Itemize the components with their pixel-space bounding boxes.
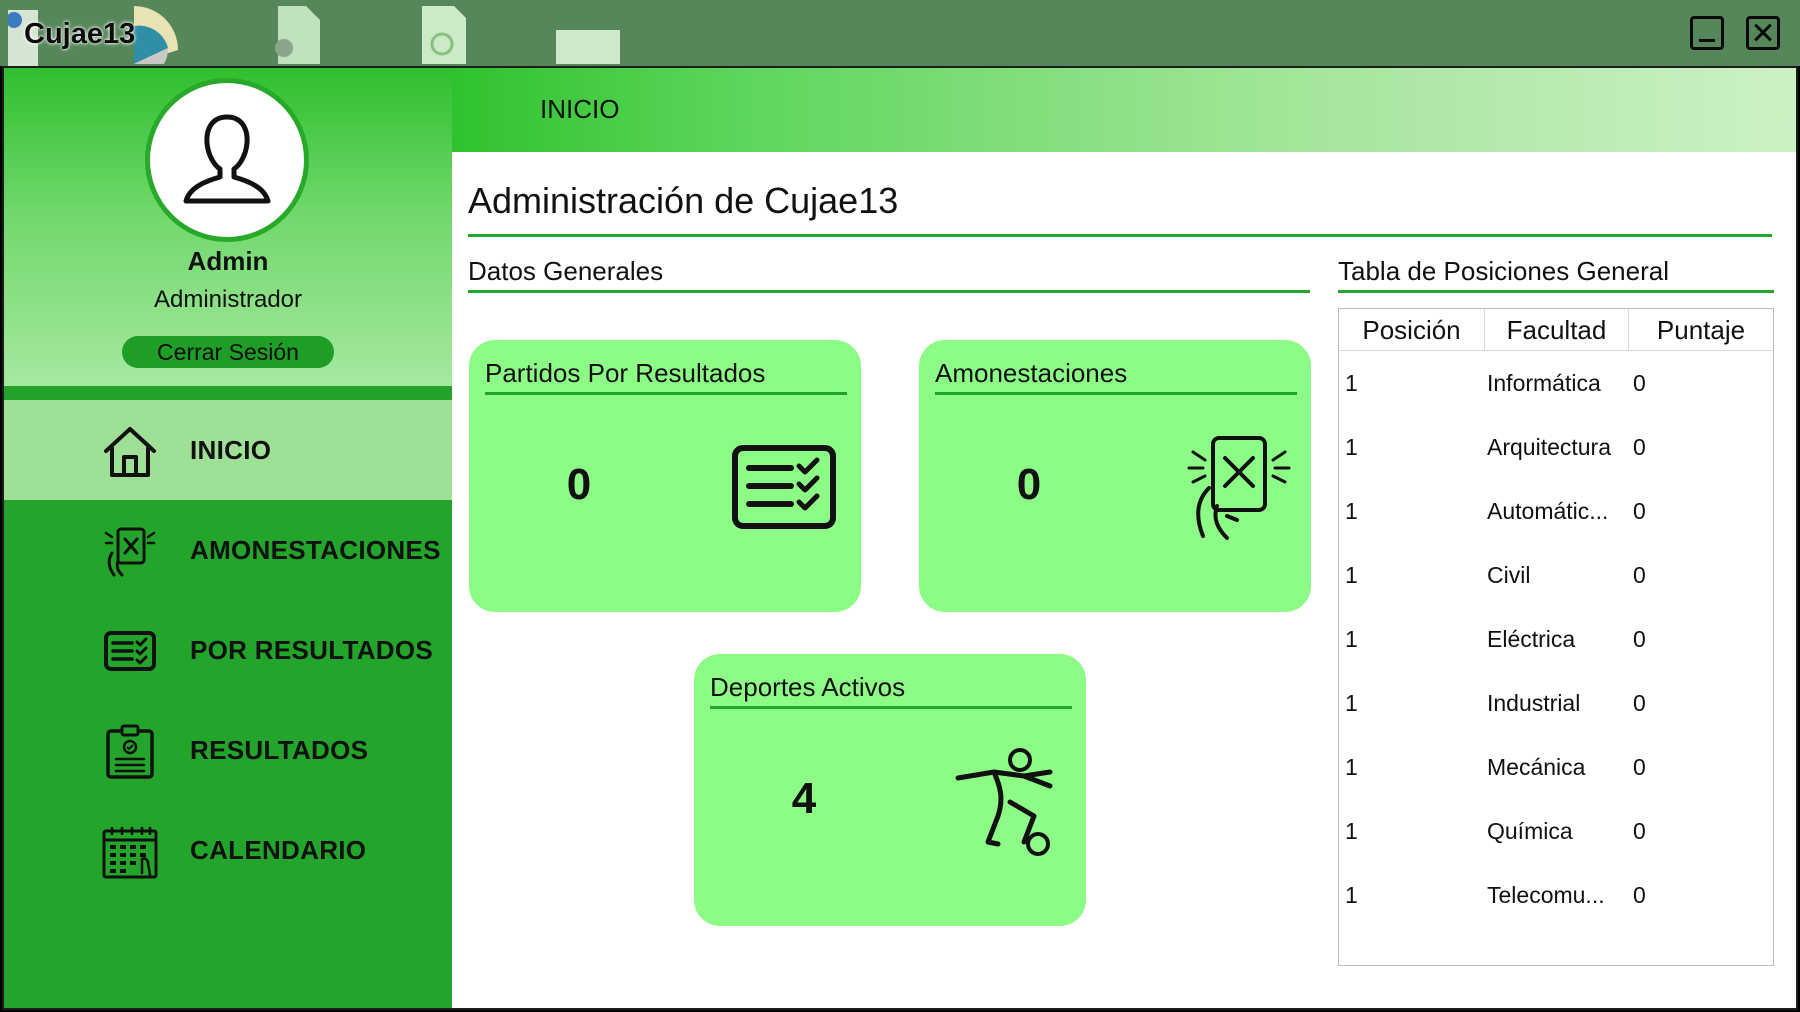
stat-card-deportes: Deportes Activos 4: [694, 654, 1086, 926]
position-cell: 1: [1345, 370, 1358, 396]
score-cell: 0: [1633, 754, 1646, 780]
card-value: 0: [1016, 460, 1042, 509]
score-cell: 0: [1633, 562, 1646, 588]
card-title: Partidos Por Resultados: [485, 358, 766, 388]
faculty-cell: Química: [1487, 818, 1573, 844]
faculty-cell: Civil: [1487, 562, 1531, 588]
sidebar-divider: [4, 386, 452, 400]
score-cell: 0: [1633, 690, 1646, 716]
score-cell: 0: [1633, 434, 1646, 460]
header-title: INICIO: [540, 94, 620, 124]
table-row[interactable]: 1 Industrial 0: [1339, 671, 1773, 735]
checklist-icon: [732, 445, 836, 529]
desktop-settings-file-icon: [275, 6, 320, 64]
card-title: Deportes Activos: [710, 672, 906, 702]
position-cell: 1: [1345, 754, 1358, 780]
sidebar-item-label: CALENDARIO: [190, 835, 367, 865]
minimize-button[interactable]: [1690, 16, 1724, 50]
card-title: Amonestaciones: [935, 358, 1128, 388]
score-cell: 0: [1633, 882, 1646, 908]
table-row[interactable]: 1 Arquitectura 0: [1339, 415, 1773, 479]
sidebar-item-label: AMONESTACIONES: [190, 535, 441, 565]
clipboard-icon: [106, 724, 154, 779]
checklist-icon: [104, 631, 156, 671]
desktop-app-file-icon: [422, 6, 466, 64]
position-cell: 1: [1345, 498, 1358, 524]
score-cell: 0: [1633, 626, 1646, 652]
sidebar-item-amonestaciones[interactable]: AMONESTACIONES: [4, 500, 452, 600]
user-icon: [183, 114, 271, 204]
table-row[interactable]: 1 Civil 0: [1339, 543, 1773, 607]
logout-button[interactable]: Cerrar Sesión: [122, 336, 334, 368]
page-title: Administración de Cujae13: [468, 180, 899, 221]
position-cell: 1: [1345, 626, 1358, 652]
profile-role: Administrador: [153, 286, 303, 313]
faculty-cell: Telecomu...: [1487, 882, 1605, 908]
warning-card-icon: [1187, 436, 1291, 540]
card-value: 4: [791, 774, 817, 823]
general-section-title: Datos Generales: [468, 256, 664, 286]
score-cell: 0: [1633, 370, 1646, 396]
position-cell: 1: [1345, 882, 1358, 908]
soccer-player-icon: [955, 748, 1053, 856]
standings-section-rule: [1338, 290, 1774, 293]
avatar: [145, 78, 309, 242]
sidebar-item-calendario[interactable]: CALENDARIO: [4, 800, 452, 900]
app-window: Admin Administrador Cerrar Sesión INICIO…: [2, 66, 1798, 1010]
table-row[interactable]: 1 Mecánica 0: [1339, 735, 1773, 799]
page-header: INICIO: [452, 68, 1796, 152]
main-content: INICIO Administración de Cujae13 Datos G…: [452, 68, 1796, 1008]
faculty-cell: Arquitectura: [1487, 434, 1612, 460]
sidebar-item-resultados[interactable]: RESULTADOS: [4, 700, 452, 800]
faculty-cell: Industrial: [1487, 690, 1581, 716]
window-title: Cujae13: [24, 18, 136, 50]
faculty-cell: Eléctrica: [1487, 626, 1576, 652]
score-cell: 0: [1633, 498, 1646, 524]
sidebar-item-label: POR RESULTADOS: [190, 635, 434, 665]
column-header-facultad[interactable]: Facultad: [1485, 309, 1629, 351]
warning-card-icon: [104, 527, 156, 577]
home-icon: [104, 427, 156, 477]
page-title-rule: [468, 234, 1772, 237]
stat-card-partidos: Partidos Por Resultados 0: [469, 340, 861, 612]
calendar-icon: [102, 827, 158, 879]
column-header-posicion[interactable]: Posición: [1339, 309, 1485, 351]
position-cell: 1: [1345, 690, 1358, 716]
faculty-cell: Informática: [1487, 370, 1601, 396]
position-cell: 1: [1345, 434, 1358, 460]
card-rule: [485, 392, 847, 395]
profile-name: Admin: [187, 246, 269, 276]
profile-panel: Admin Administrador Cerrar Sesión: [4, 68, 452, 386]
table-row[interactable]: 1 Química 0: [1339, 799, 1773, 863]
table-row[interactable]: 1 Telecomu... 0: [1339, 863, 1773, 927]
card-rule: [710, 706, 1072, 709]
faculty-cell: Mecánica: [1487, 754, 1586, 780]
table-row[interactable]: 1 Informática 0: [1339, 351, 1773, 415]
sidebar-item-por-resultados[interactable]: POR RESULTADOS: [4, 600, 452, 700]
sidebar-item-label: RESULTADOS: [190, 735, 369, 765]
table-header: Posición Facultad Puntaje: [1339, 309, 1773, 351]
score-cell: 0: [1633, 818, 1646, 844]
title-bar: Cujae13: [0, 0, 1800, 66]
card-value: 0: [566, 460, 592, 509]
card-rule: [935, 392, 1297, 395]
stat-card-amonestaciones: Amonestaciones 0: [919, 340, 1311, 612]
close-button[interactable]: [1746, 16, 1780, 50]
table-row[interactable]: 1 Eléctrica 0: [1339, 607, 1773, 671]
standings-section-title: Tabla de Posiciones General: [1338, 256, 1669, 286]
position-cell: 1: [1345, 562, 1358, 588]
general-section-rule: [468, 290, 1310, 293]
faculty-cell: Automátic...: [1487, 498, 1609, 524]
sidebar: Admin Administrador Cerrar Sesión INICIO…: [4, 68, 452, 1008]
table-row[interactable]: 1 Automátic... 0: [1339, 479, 1773, 543]
standings-table[interactable]: Posición Facultad Puntaje 1 Informática 0 1…: [1338, 308, 1774, 966]
sidebar-item-inicio[interactable]: INICIO: [4, 400, 452, 500]
column-header-puntaje[interactable]: Puntaje: [1629, 309, 1773, 351]
sidebar-item-label: INICIO: [190, 435, 272, 465]
position-cell: 1: [1345, 818, 1358, 844]
desktop-window-icon: [556, 30, 620, 64]
